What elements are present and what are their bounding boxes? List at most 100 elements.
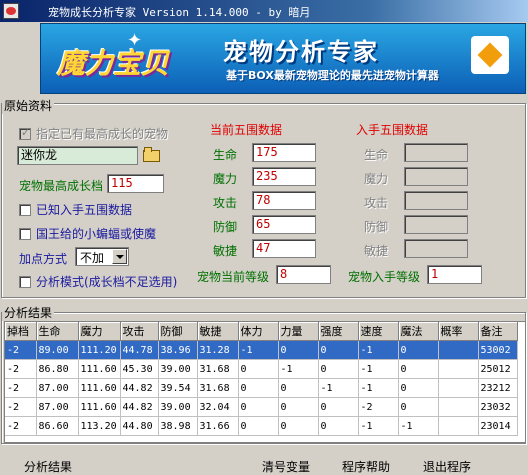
table-cell: 31.68 bbox=[197, 378, 239, 398]
column-header[interactable]: 防御 bbox=[158, 322, 198, 341]
star-icon: ✦ bbox=[127, 30, 143, 51]
designate-max-checkbox[interactable] bbox=[19, 126, 31, 140]
initial-hp-field[interactable] bbox=[404, 143, 468, 162]
table-cell: -1 bbox=[318, 378, 359, 398]
table-header-row: 掉档 生命 魔力 攻击 防御 敏捷 体力 力量 强度 速度 魔法 概率 备注 bbox=[5, 322, 518, 341]
table-cell: 0 bbox=[318, 340, 359, 360]
pet-name-field[interactable]: 迷你龙 bbox=[17, 146, 138, 165]
table-cell: 0 bbox=[278, 397, 319, 417]
table-cell: 32.04 bbox=[197, 397, 239, 417]
table-cell: 87.00 bbox=[36, 378, 79, 398]
table-cell: 111.20 bbox=[78, 340, 121, 360]
table-cell: 39.00 bbox=[158, 359, 198, 379]
table-cell: 25012 bbox=[478, 359, 518, 379]
table-cell: 0 bbox=[238, 416, 279, 436]
exit-button[interactable]: 退出程序 bbox=[423, 458, 471, 475]
addpoint-value: 不加 bbox=[80, 251, 105, 265]
table-row[interactable]: -2 89.00 111.20 44.78 38.96 31.28 -1 0 0… bbox=[5, 340, 518, 360]
column-header[interactable]: 魔力 bbox=[78, 322, 121, 341]
table-cell: 38.98 bbox=[158, 416, 198, 436]
table-row[interactable]: -2 87.00 111.60 44.82 39.00 32.04 0 0 0 … bbox=[5, 397, 518, 417]
table-cell: -1 bbox=[278, 359, 319, 379]
current-def-field[interactable]: 65 bbox=[252, 215, 316, 234]
initial-agi-field[interactable] bbox=[404, 239, 468, 258]
addpoint-select[interactable]: 不加 bbox=[75, 247, 129, 266]
designate-max-label: 指定已有最高成长的宠物 bbox=[36, 127, 169, 141]
column-header[interactable]: 攻击 bbox=[120, 322, 159, 341]
initial-def-field[interactable] bbox=[404, 215, 468, 234]
original-data-title: 原始资料 bbox=[2, 97, 55, 114]
table-cell bbox=[438, 378, 479, 398]
column-header[interactable]: 力量 bbox=[278, 322, 319, 341]
table-row[interactable]: -2 86.60 113.20 44.80 38.98 31.66 0 0 0 … bbox=[5, 416, 518, 436]
table-cell: 44.82 bbox=[120, 397, 159, 417]
column-header[interactable]: 魔法 bbox=[398, 322, 439, 341]
table-cell: -2 bbox=[5, 340, 37, 360]
table-row[interactable]: -2 87.00 111.60 44.82 39.54 31.68 0 0 -1… bbox=[5, 378, 518, 398]
table-cell: 0 bbox=[238, 397, 279, 417]
table-cell: 0 bbox=[398, 397, 439, 417]
table-cell: -2 bbox=[5, 378, 37, 398]
known-stats-label: 已知入手五围数据 bbox=[36, 203, 133, 217]
open-folder-icon[interactable] bbox=[143, 147, 160, 162]
table-cell: 39.00 bbox=[158, 397, 198, 417]
analysis-mode-label: 分析模式(成长档不足选用) bbox=[36, 275, 178, 289]
results-grid[interactable]: 掉档 生命 魔力 攻击 防御 敏捷 体力 力量 强度 速度 魔法 概率 备注 -… bbox=[4, 321, 526, 443]
analyze-button[interactable]: 分析结果 bbox=[24, 458, 72, 475]
column-header[interactable]: 体力 bbox=[238, 322, 279, 341]
table-cell: -2 bbox=[5, 416, 37, 436]
title-bar[interactable]: 宠物成长分析专家 Version 1.14.000 - by 暗月 bbox=[0, 0, 528, 22]
app-icon bbox=[3, 3, 19, 19]
help-button[interactable]: 程序帮助 bbox=[342, 458, 390, 475]
column-header[interactable]: 速度 bbox=[358, 322, 399, 341]
column-header[interactable]: 强度 bbox=[318, 322, 359, 341]
initial-label-mp: 魔力 bbox=[364, 172, 389, 186]
max-growth-field[interactable]: 115 bbox=[107, 174, 164, 193]
table-cell: 44.82 bbox=[120, 378, 159, 398]
king-pet-checkbox[interactable] bbox=[19, 228, 31, 240]
max-growth-label: 宠物最高成长档 bbox=[19, 179, 104, 193]
table-cell: 23212 bbox=[478, 378, 518, 398]
column-header[interactable]: 掉档 bbox=[5, 322, 37, 341]
initial-label-hp: 生命 bbox=[364, 148, 389, 162]
table-cell: 0 bbox=[318, 359, 359, 379]
column-header[interactable]: 敏捷 bbox=[197, 322, 239, 341]
table-cell: 44.80 bbox=[120, 416, 159, 436]
chevron-down-icon[interactable] bbox=[112, 249, 127, 264]
known-stats-checkbox[interactable] bbox=[19, 204, 31, 216]
table-cell bbox=[438, 359, 479, 379]
table-cell: -2 bbox=[5, 397, 37, 417]
current-hp-field[interactable]: 175 bbox=[252, 143, 316, 162]
table-cell: 0 bbox=[238, 359, 279, 379]
results-title: 分析结果 bbox=[2, 304, 55, 321]
current-agi-field[interactable]: 47 bbox=[252, 239, 316, 258]
table-cell: 113.20 bbox=[78, 416, 121, 436]
current-mp-field[interactable]: 235 bbox=[252, 167, 316, 186]
banner-subtitle: 基于BOX最新宠物理论的最先进宠物计算器 bbox=[226, 69, 439, 82]
initial-level-field[interactable]: 1 bbox=[427, 265, 482, 284]
table-cell: 0 bbox=[398, 340, 439, 360]
king-pet-label: 国王给的小蝙蝠或使魔 bbox=[36, 227, 157, 241]
clear-variables-button[interactable]: 清号变量 bbox=[262, 458, 310, 475]
initial-label-def: 防御 bbox=[364, 220, 389, 234]
column-header[interactable]: 备注 bbox=[478, 322, 518, 341]
initial-mp-field[interactable] bbox=[404, 167, 468, 186]
table-row[interactable]: -2 86.80 111.60 45.30 39.00 31.68 0 -1 0… bbox=[5, 359, 518, 379]
column-header[interactable]: 概率 bbox=[438, 322, 479, 341]
initial-level-label: 宠物入手等级 bbox=[348, 270, 421, 284]
current-level-field[interactable]: 8 bbox=[276, 265, 331, 284]
initial-atk-field[interactable] bbox=[404, 191, 468, 210]
current-atk-field[interactable]: 78 bbox=[252, 191, 316, 210]
table-cell: 0 bbox=[278, 416, 319, 436]
column-header[interactable]: 生命 bbox=[36, 322, 79, 341]
current-level-label: 宠物当前等级 bbox=[197, 270, 270, 284]
initial-label-agi: 敏捷 bbox=[364, 244, 389, 258]
banner-logo: 魔力宝贝 bbox=[57, 47, 170, 80]
stat-label-agi: 敏捷 bbox=[213, 244, 238, 258]
table-cell: 31.66 bbox=[197, 416, 239, 436]
table-cell: 31.68 bbox=[197, 359, 239, 379]
table-cell: -2 bbox=[5, 359, 37, 379]
table-cell: 0 bbox=[398, 359, 439, 379]
analysis-mode-checkbox[interactable] bbox=[19, 276, 31, 288]
table-cell: 23014 bbox=[478, 416, 518, 436]
